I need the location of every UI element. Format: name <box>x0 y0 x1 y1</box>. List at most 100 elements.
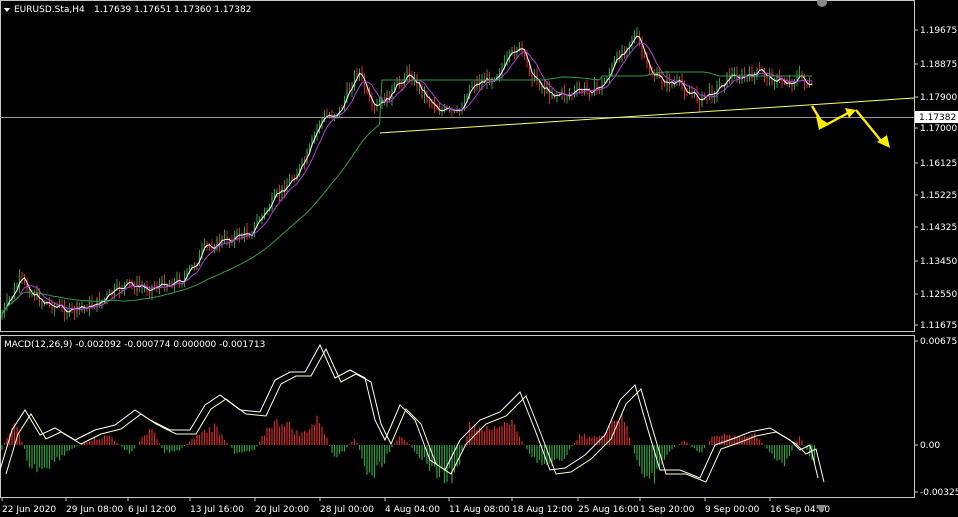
macd-bar <box>663 445 666 460</box>
macd-bar <box>48 445 51 469</box>
macd-bar <box>528 445 531 455</box>
candle <box>573 84 576 99</box>
candle <box>141 280 143 294</box>
candle <box>131 280 133 290</box>
macd-bar <box>491 429 493 445</box>
macd-bar <box>591 437 593 445</box>
macd-bar <box>673 445 676 448</box>
macd-bar <box>633 445 636 454</box>
macd-bar <box>68 445 71 451</box>
macd-bar <box>338 445 341 454</box>
macd-bar <box>141 437 143 445</box>
macd-bar <box>296 430 298 445</box>
candle <box>63 299 66 322</box>
macd-bar <box>513 424 516 445</box>
macd-bar <box>183 445 186 447</box>
macd-bar <box>236 445 238 453</box>
candle <box>208 242 211 251</box>
macd-bar <box>698 445 701 453</box>
macd-bar <box>631 445 633 446</box>
candle <box>1 309 3 320</box>
macd-bar <box>408 444 411 445</box>
macd-bar <box>73 445 76 448</box>
candle <box>293 174 296 182</box>
candle <box>271 192 273 212</box>
macd-bar <box>3 442 6 445</box>
macd-bar <box>341 445 343 452</box>
macd-bar <box>383 445 386 464</box>
macd-bar <box>683 440 686 445</box>
macd-bar <box>581 436 583 445</box>
macd-bar <box>293 433 296 445</box>
macd-bar <box>583 433 586 445</box>
macd-bar <box>786 445 788 459</box>
macd-bar <box>63 445 66 456</box>
macd-bar <box>621 414 623 445</box>
candle <box>476 75 478 92</box>
price-tick-label: 1.16125 <box>920 159 957 169</box>
candle <box>806 83 808 88</box>
macd-bar <box>648 445 651 479</box>
macd-bar <box>273 420 276 445</box>
candle <box>781 75 783 89</box>
macd-bar <box>486 426 488 445</box>
macd-bar <box>726 434 728 445</box>
macd-bar <box>248 445 251 452</box>
macd-bar <box>233 445 236 454</box>
macd-bar <box>181 445 183 448</box>
macd-bar <box>636 445 638 461</box>
candle <box>423 86 426 104</box>
macd-bar <box>386 445 388 454</box>
candle <box>163 274 166 292</box>
macd-bar <box>231 445 233 449</box>
macd-bar <box>246 445 248 452</box>
macd-bar <box>101 438 103 445</box>
macd-bar <box>38 445 41 468</box>
macd-bar <box>563 445 566 460</box>
macd-bar <box>198 434 201 445</box>
macd-bar <box>148 428 151 445</box>
macd-bar <box>128 445 131 454</box>
candle <box>231 234 233 247</box>
macd-bar <box>746 437 748 445</box>
macd-bar <box>213 423 216 445</box>
macd-bar <box>61 445 63 456</box>
macd-bar <box>751 434 753 445</box>
macd-bar <box>143 435 146 445</box>
macd-bar <box>438 445 441 478</box>
candle <box>581 87 583 96</box>
macd-bar <box>331 445 333 453</box>
candle <box>471 81 473 89</box>
candle <box>361 65 363 82</box>
macd-bar <box>243 445 246 452</box>
macd-bar <box>133 445 136 449</box>
macd-bar <box>343 445 346 452</box>
macd-bar <box>498 426 501 445</box>
macd-bar <box>623 422 626 445</box>
macd-bar <box>618 421 621 445</box>
price-chart-area[interactable]: EURUSD.Sta,H4 1.17639 1.17651 1.17360 1.… <box>0 0 958 517</box>
macd-bar <box>218 435 221 445</box>
macd-bar <box>773 445 776 459</box>
macd-tick-label: 0.00 <box>920 441 940 451</box>
macd-bar <box>21 441 23 445</box>
macd-bar <box>416 445 418 455</box>
candle <box>373 103 376 114</box>
macd-bar <box>163 445 166 453</box>
macd-bar <box>783 445 786 467</box>
macd-bar <box>103 435 106 445</box>
macd-bar <box>271 428 273 445</box>
candle <box>53 302 56 317</box>
macd-bar <box>521 441 523 445</box>
macd-bar <box>418 445 421 459</box>
macd-bar <box>286 421 288 445</box>
candle <box>68 303 71 317</box>
macd-bar <box>593 436 596 445</box>
candle <box>698 98 701 112</box>
macd-bar <box>576 440 578 445</box>
time-tick-label: 25 Aug 16:00 <box>578 505 639 515</box>
macd-bar <box>763 445 766 446</box>
candle <box>388 90 391 103</box>
macd-bar <box>458 445 461 465</box>
macd-bar <box>701 445 703 453</box>
